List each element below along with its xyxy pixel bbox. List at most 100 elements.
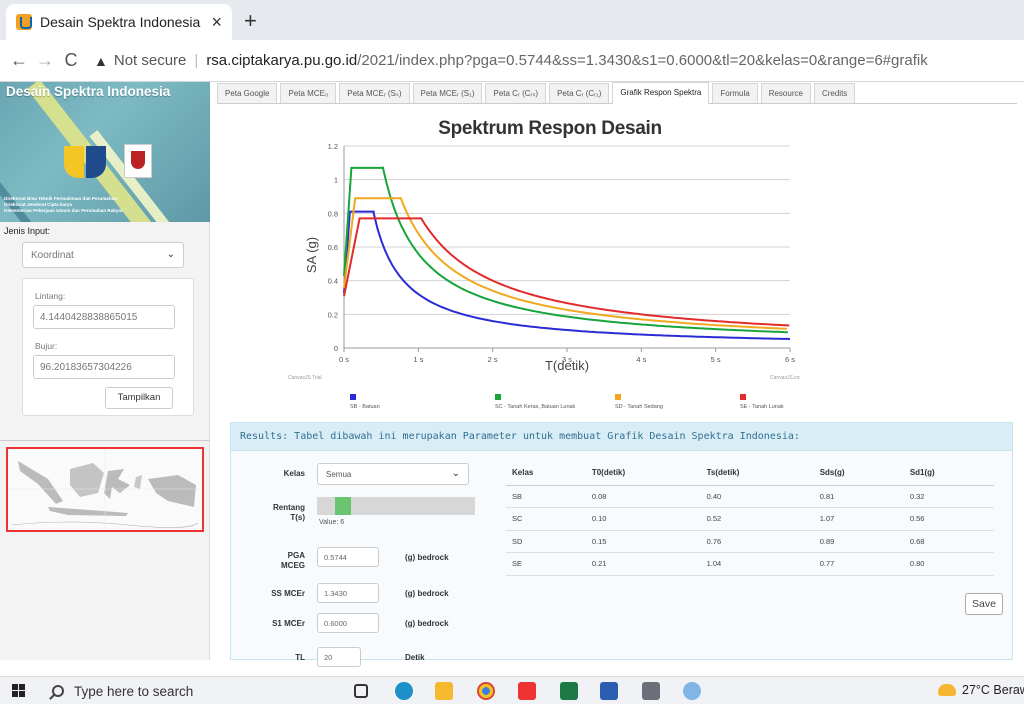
indonesia-minimap[interactable] — [6, 447, 204, 532]
series-line-0 — [343, 210, 791, 340]
table-cell: 0.76 — [700, 530, 814, 553]
table-header-cell: Kelas — [506, 461, 586, 486]
s1-field[interactable]: 0.6000 — [317, 613, 379, 633]
address-bar: ← → C ▲ Not secure | rsa.ciptakarya.pu.g… — [0, 40, 1024, 82]
tab-5[interactable]: Peta Cᵣ (Cᵣ₁) — [549, 83, 610, 103]
chevron-down-icon: ⌄ — [166, 249, 175, 260]
tab-1[interactable]: Peta MCE₀ — [280, 83, 337, 103]
weather-widget[interactable]: 27°C Berawan — [938, 683, 1024, 697]
browser-tab[interactable]: Desain Spektra Indonesia × — [6, 4, 232, 40]
tab-2[interactable]: Peta MCEᵣ (Sₛ) — [339, 83, 410, 103]
jenis-input-value: Koordinat — [31, 250, 74, 261]
reload-icon[interactable]: C — [58, 50, 84, 71]
table-cell: SC — [506, 507, 586, 531]
series-line-1 — [343, 166, 788, 334]
table-cell: 0.68 — [903, 530, 994, 553]
y-axis-title: SA (g) — [304, 237, 319, 273]
jenis-input-select[interactable]: Koordinat ⌄ — [22, 242, 184, 268]
table-row: SC 0.10 0.52 1.07 0.56 — [506, 507, 994, 531]
back-arrow-icon[interactable]: ← — [6, 50, 32, 71]
lintang-field[interactable]: 4.1440428838865015 — [33, 305, 175, 329]
rentang-value: Value: 6 — [319, 519, 345, 526]
table-cell: 0.32 — [903, 485, 994, 508]
app-icon[interactable] — [683, 682, 701, 700]
ss-field[interactable]: 1.3430 — [317, 583, 379, 603]
table-header-cell: Ts(detik) — [700, 461, 814, 486]
legend-item[interactable]: SE - Tanah Lunak — [740, 394, 784, 410]
y-tick-label: 0.6 — [328, 243, 338, 252]
tab-6[interactable]: Grafik Respon Spektra — [612, 82, 710, 104]
y-tick-label: 0.8 — [328, 209, 338, 218]
chart-title: Spektrum Respon Desain — [438, 118, 662, 139]
legend-item[interactable]: SB - Batuan — [350, 394, 380, 410]
table-cell: 1.04 — [700, 552, 814, 576]
y-tick-label: 0.2 — [328, 310, 338, 319]
table-cell: SB — [506, 485, 586, 508]
tab-0[interactable]: Peta Google — [217, 83, 278, 103]
app-icon[interactable] — [642, 682, 660, 700]
results-panel: Results: Tabel dibawah ini merupakan Par… — [230, 422, 1013, 667]
x-tick-label: 0 s — [339, 355, 349, 364]
x-tick-label: 6 s — [785, 355, 795, 364]
x-tick-label: 4 s — [636, 355, 646, 364]
bujur-field[interactable]: 96.20183657304226 — [33, 355, 175, 379]
ss-label: SS MCEr — [271, 589, 305, 598]
tab-9[interactable]: Credits — [813, 83, 856, 103]
tab-4[interactable]: Peta Cᵣ (Cᵣₛ) — [485, 83, 547, 103]
partly-cloudy-icon — [938, 684, 956, 696]
windows-start-icon[interactable] — [12, 684, 26, 698]
table-header-cell: Sd1(g) — [903, 461, 994, 486]
table-cell: 0.56 — [903, 507, 994, 531]
taskbar-search-input[interactable]: Type here to search — [44, 679, 252, 703]
tl-field[interactable]: 20 — [317, 647, 361, 667]
lintang-label: Lintang: — [35, 291, 66, 301]
crest-logo-icon — [124, 144, 152, 178]
address-separator: | — [194, 52, 199, 69]
y-tick-label: 1 — [334, 176, 338, 185]
y-tick-label: 0.4 — [328, 277, 338, 286]
url-path: /2021/index.php?pga=0.5744&ss=1.3430&s1=… — [357, 52, 928, 69]
legend-label: SD - Tanah Sedang — [615, 404, 663, 410]
legend-item[interactable]: SC - Tanah Keras, Batuan Lunak — [495, 394, 575, 410]
y-tick-label: 0 — [334, 344, 338, 353]
file-explorer-icon[interactable] — [435, 682, 453, 700]
x-axis-title: T(detik) — [545, 358, 589, 373]
x-tick-label: 1 s — [413, 355, 423, 364]
taskbar-search-placeholder: Type here to search — [74, 683, 194, 699]
legend-item[interactable]: SD - Tanah Sedang — [615, 394, 663, 410]
table-cell: 0.89 — [813, 530, 904, 553]
chrome-icon[interactable] — [477, 682, 495, 700]
site-banner: Desain Spektra Indonesia Direktorat Bina… — [0, 82, 210, 222]
legend-label: SE - Tanah Lunak — [740, 404, 784, 410]
tab-7[interactable]: Formula — [712, 83, 758, 103]
chart-watermark: CanvasJS.com — [770, 375, 800, 381]
tampilkan-button[interactable]: Tampilkan — [105, 387, 173, 409]
acrobat-icon[interactable] — [518, 682, 536, 700]
new-tab-icon[interactable]: + — [244, 8, 257, 34]
legend-swatch — [495, 394, 501, 400]
tab-3[interactable]: Peta MCEᵣ (S₁) — [412, 83, 483, 103]
x-tick-label: 2 s — [488, 355, 498, 364]
tab-8[interactable]: Resource — [760, 83, 811, 103]
rentang-slider[interactable] — [317, 497, 475, 515]
forward-arrow-icon[interactable]: → — [32, 50, 58, 71]
search-icon — [52, 685, 64, 697]
pu-logo-icon — [64, 146, 106, 178]
excel-icon[interactable] — [560, 682, 578, 700]
jenis-input-label: Jenis Input: — [4, 226, 51, 236]
rentang-slider-handle[interactable] — [334, 497, 351, 515]
save-button[interactable]: Save — [965, 593, 1003, 615]
url-field[interactable]: ▲ Not secure | rsa.ciptakarya.pu.go.id /… — [94, 52, 928, 69]
task-view-icon[interactable] — [354, 684, 368, 698]
pga-field[interactable]: 0.5744 — [317, 547, 379, 567]
word-icon[interactable] — [600, 682, 618, 700]
sidebar-divider — [0, 440, 210, 441]
s1-unit: (g) bedrock — [405, 619, 449, 628]
close-tab-icon[interactable]: × — [211, 12, 222, 33]
windows-taskbar: Type here to search 27°C Berawan — [0, 676, 1024, 704]
screen: Desain Spektra Indonesia × + ← → C ▲ Not… — [0, 0, 1024, 704]
legend-label: SB - Batuan — [350, 404, 380, 410]
warning-triangle-icon: ▲ — [94, 52, 108, 69]
kelas-select[interactable]: Semua ⌄ — [317, 463, 469, 485]
edge-browser-icon[interactable] — [395, 682, 413, 700]
